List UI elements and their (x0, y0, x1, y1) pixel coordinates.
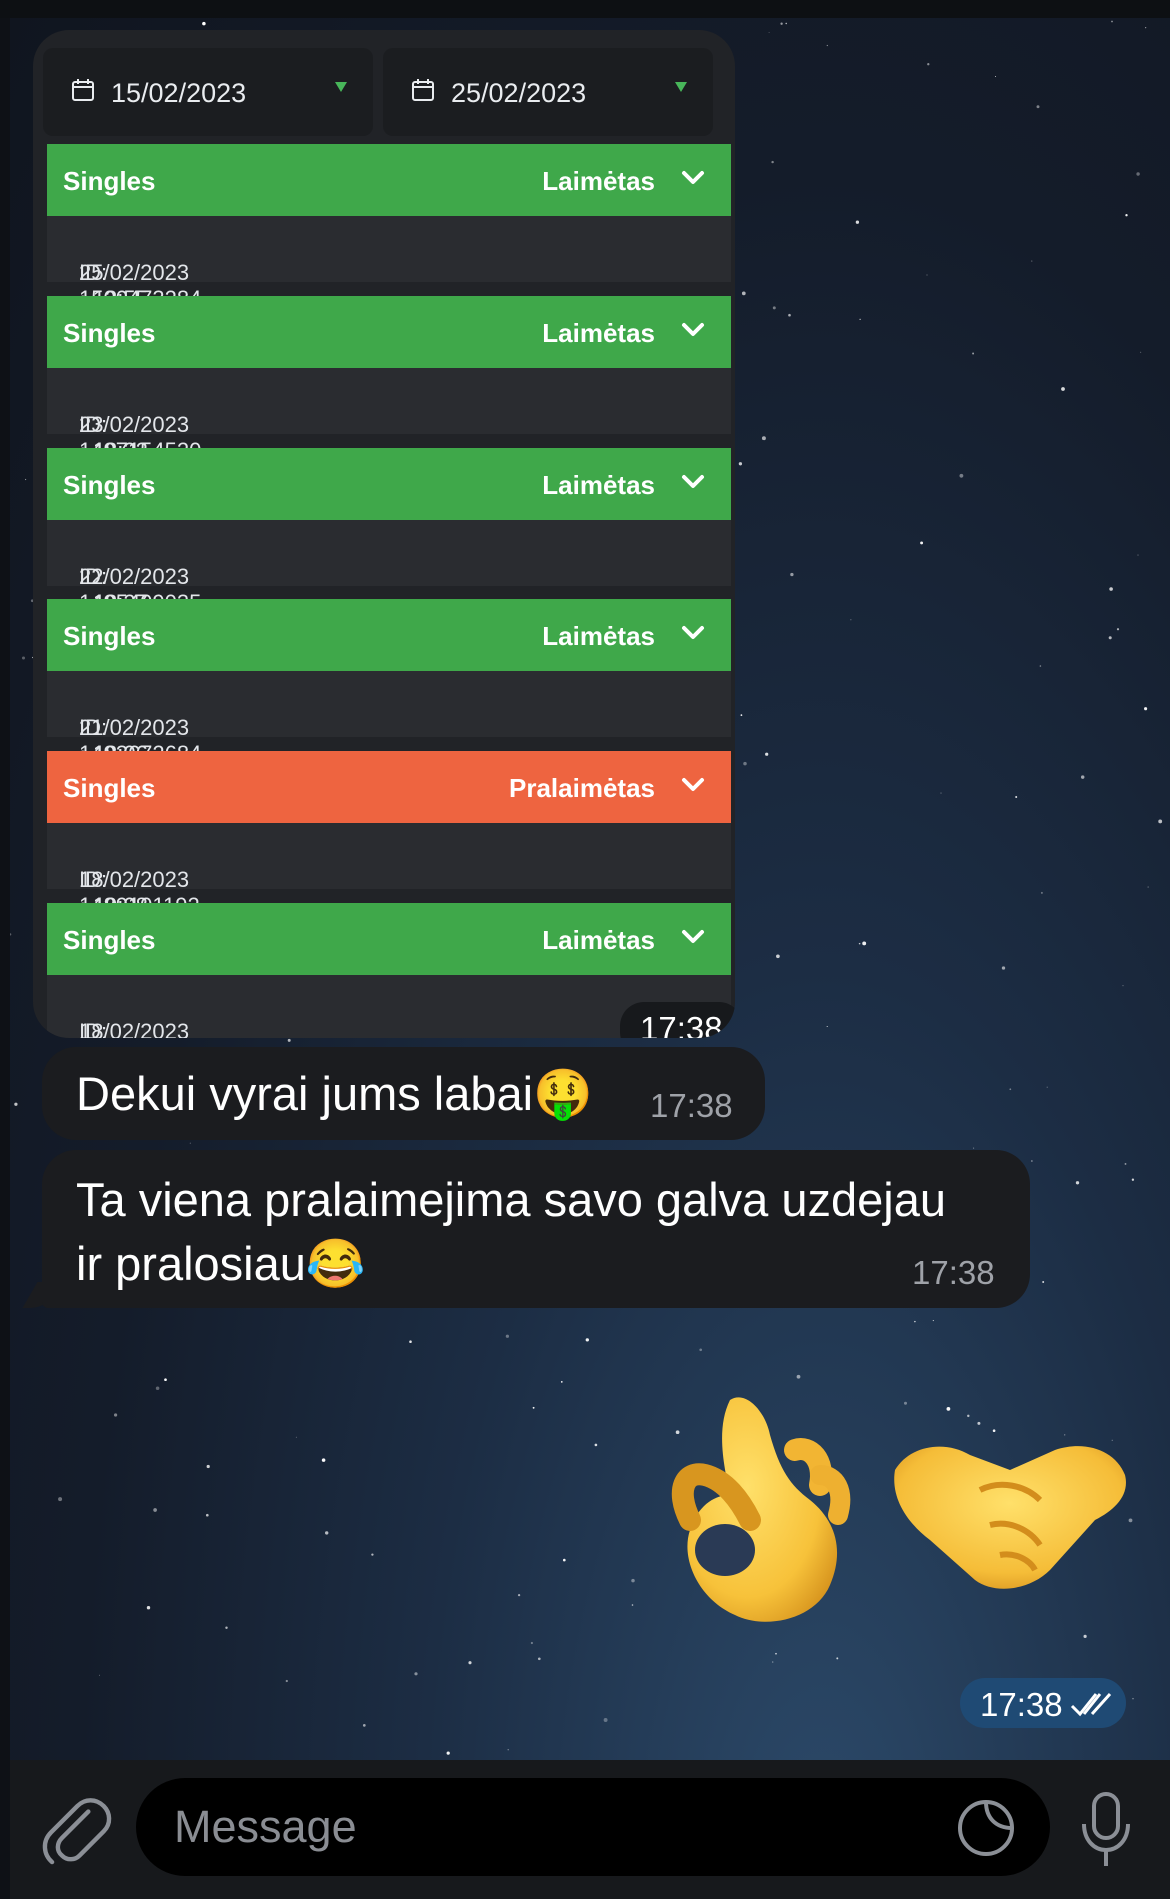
double-check-icon (1070, 1692, 1112, 1717)
date-to-value: 25/02/2023 (451, 78, 587, 108)
bet-card[interactable]: Singles Laimėtas ID: 1497154520 23/02/2023… (47, 296, 731, 463)
chevron-down-icon[interactable] (679, 771, 707, 799)
calendar-icon (412, 79, 434, 101)
microphone-icon[interactable] (1076, 1790, 1136, 1870)
chevron-down-icon[interactable] (679, 619, 707, 647)
bet-id-date: ID: 1497154520 23/02/2023 • 18:22 (63, 390, 201, 463)
bet-header[interactable]: Singles Laimėtas (47, 448, 731, 520)
ok-hand-emoji[interactable] (670, 1390, 860, 1630)
sent-timestamp-pill: 17:38 (960, 1678, 1126, 1728)
handshake-emoji[interactable] (890, 1430, 1130, 1610)
date-filter-bar: 15/02/2023 25/02/2023 (43, 48, 723, 136)
bet-type: Singles (63, 470, 156, 500)
bet-card[interactable]: Singles Laimėtas ID: 1495409035 22/02/2023… (47, 448, 731, 615)
bet-type: Singles (63, 621, 156, 651)
bet-status: Laimėtas (542, 925, 655, 955)
bet-status: Laimėtas (542, 470, 655, 500)
date-to-picker[interactable]: 25/02/2023 (383, 48, 713, 136)
bet-id-date: ID: 1489101192 18/02/2023 • 19:08 (63, 845, 200, 918)
message-field[interactable] (136, 1778, 1050, 1876)
bet-header[interactable]: Singles Laimėtas (47, 599, 731, 671)
bet-card[interactable]: Singles Laimėtas ID: 1493672684 21/02/2023… (47, 599, 731, 766)
attachment-icon[interactable] (40, 1794, 114, 1868)
bet-meta: ID: 1497154520 23/02/2023 • 18:22 (47, 368, 731, 463)
bet-type: Singles (63, 166, 156, 196)
bet-status: Laimėtas (542, 166, 655, 196)
calendar-icon (72, 79, 94, 101)
bet-datetime: 18/02/2023 • 11:47 (79, 1019, 190, 1038)
message-input[interactable] (172, 1796, 936, 1858)
chevron-down-icon[interactable] (679, 468, 707, 496)
bet-id-date: ID: 1500473284 25/02/2023 • 12:55 (63, 238, 201, 311)
bet-meta: ID: 1493672684 21/02/2023 • 18:06 (47, 671, 731, 766)
bet-status: Laimėtas (542, 621, 655, 651)
message-timestamp: 17:38 (650, 1087, 733, 1124)
bet-id-date: ID: 1493672684 21/02/2023 • 18:06 (63, 693, 201, 766)
message-text: Ta viena pralaimejima savo galva uzdejau… (76, 1173, 946, 1291)
bet-meta: ID: 1495409035 22/02/2023 • 18:27 (47, 520, 731, 615)
bet-card[interactable]: Singles Pralaimėtas ID: 1489101192 18/02/2… (47, 751, 731, 918)
money-mouth-emoji: 🤑 (533, 1068, 593, 1121)
message-timestamp: 17:38 (912, 1254, 995, 1291)
bet-header[interactable]: Singles Laimėtas (47, 296, 731, 368)
laughing-emoji: 😂 (305, 1238, 366, 1291)
screenshot-timestamp: 17:38 (620, 1002, 735, 1038)
message-bubble[interactable]: Dekui vyrai jums labai🤑 17:38 (42, 1047, 765, 1140)
chevron-down-icon[interactable] (679, 316, 707, 344)
screenshot-message[interactable]: 15/02/2023 25/02/2023 Singles Laimėtas ID:… (33, 30, 735, 1038)
chevron-down-icon[interactable] (679, 164, 707, 192)
bet-header[interactable]: Singles Laimėtas (47, 144, 731, 216)
bet-meta: ID: 1500473284 25/02/2023 • 12:55 (47, 216, 731, 311)
sticker-icon[interactable] (956, 1798, 1016, 1858)
dropdown-arrow-icon (675, 82, 687, 92)
dropdown-arrow-icon (335, 82, 347, 92)
bet-status: Pralaimėtas (509, 773, 655, 803)
sent-timestamp: 17:38 (980, 1686, 1063, 1723)
bet-card[interactable]: Singles Laimėtas ID: 1500473284 25/02/2023… (47, 144, 731, 311)
bet-type: Singles (63, 318, 156, 348)
bet-type: Singles (63, 925, 156, 955)
message-text: Dekui vyrai jums labai🤑 (76, 1067, 593, 1121)
bet-id-date: ID: 1488049764 18/02/2023 • 11:47 (63, 997, 189, 1038)
bet-type: Singles (63, 773, 156, 803)
chevron-down-icon[interactable] (679, 923, 707, 951)
date-from-value: 15/02/2023 (111, 78, 247, 108)
bet-meta: ID: 1489101192 18/02/2023 • 19:08 (47, 823, 731, 918)
bet-status: Laimėtas (542, 318, 655, 348)
status-strip (0, 0, 1170, 18)
date-from-picker[interactable]: 15/02/2023 (43, 48, 373, 136)
bet-header[interactable]: Singles Laimėtas (47, 903, 731, 975)
bet-header[interactable]: Singles Pralaimėtas (47, 751, 731, 823)
bet-id-date: ID: 1495409035 22/02/2023 • 18:27 (63, 542, 201, 615)
message-input-bar (10, 1760, 1170, 1899)
message-bubble[interactable]: Ta viena pralaimejima savo galva uzdejau… (42, 1150, 1030, 1308)
